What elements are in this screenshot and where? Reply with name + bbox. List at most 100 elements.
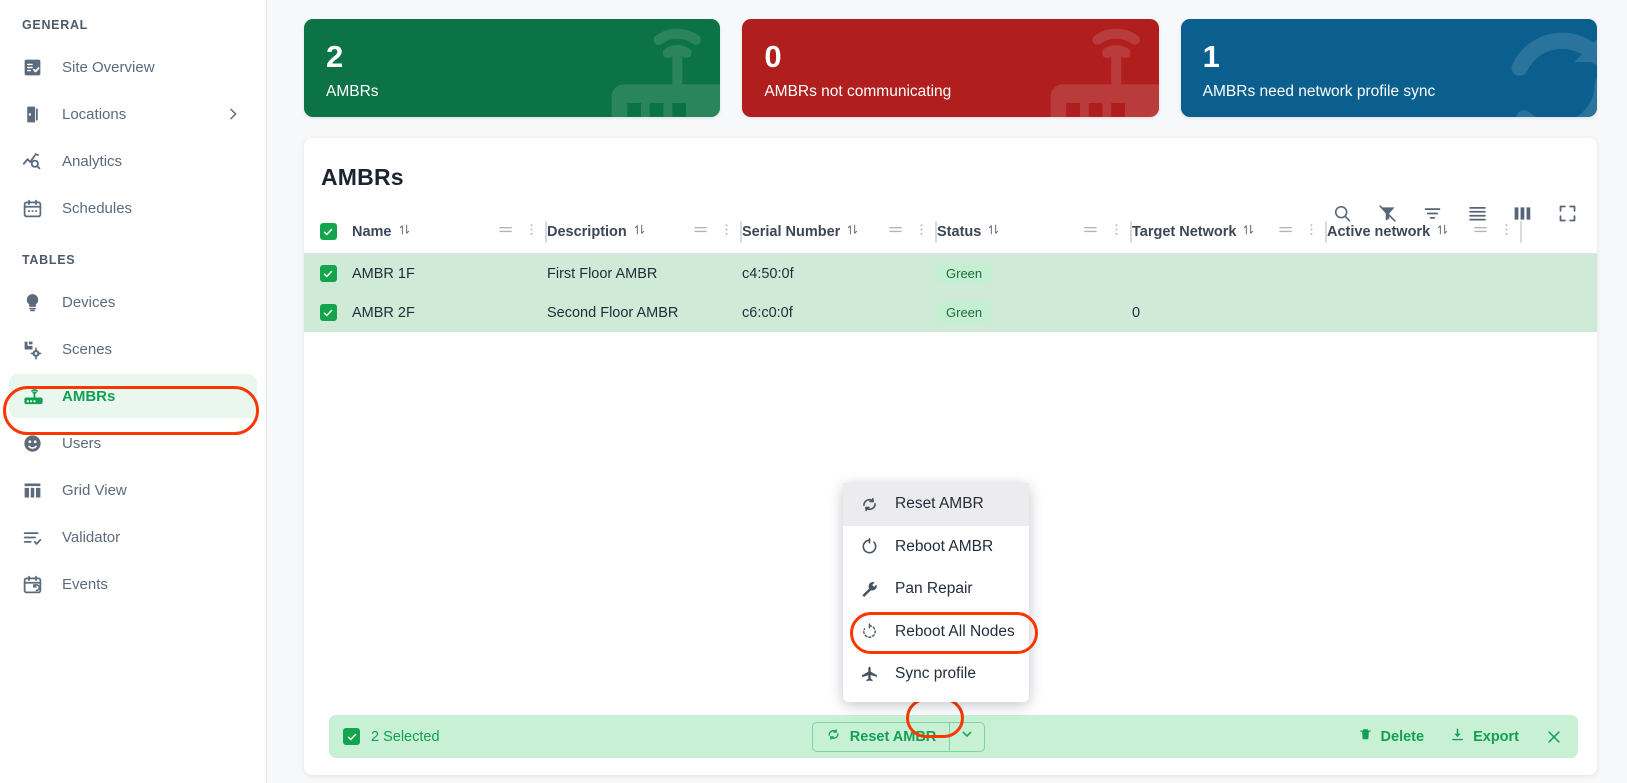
sidebar-item-label: Analytics [62,152,123,170]
reset-ambr-dropdown-toggle[interactable] [949,721,986,752]
events-icon [22,574,52,595]
card-ambrs-total[interactable]: 2 AMBRs [304,19,721,117]
sidebar-item-locations[interactable]: Locations [9,92,257,136]
sidebar: GENERAL Site Overview Locations Analytic… [0,0,267,783]
menu-item-label: Reboot All Nodes [895,622,1015,640]
selected-count-label: 2 Selected [371,728,440,745]
row-checkbox[interactable] [319,265,337,282]
cell-status: Green [937,293,1132,332]
site-overview-icon [22,57,52,78]
sidebar-item-scenes[interactable]: Scenes [9,327,257,371]
chevron-down-icon [960,727,974,746]
resize-handle-icon[interactable] [888,222,903,241]
sidebar-item-devices[interactable]: Devices [9,280,257,324]
menu-item-label: Sync profile [895,665,976,683]
sort-icon[interactable] [398,223,411,240]
close-selection-icon[interactable] [1545,728,1563,746]
select-all-cell [304,223,352,240]
column-header-description[interactable]: Description [547,210,742,254]
card-value: 0 [764,39,782,74]
resize-handle-icon[interactable] [1083,222,1098,241]
reset-icon [860,495,890,514]
card-ambrs-need-sync[interactable]: 1 AMBRs need network profile sync [1180,19,1597,117]
column-divider [1520,220,1522,243]
reset-ambr-split-button: Reset AMBR [811,721,986,752]
column-header-actions [498,222,539,241]
export-label: Export [1473,728,1519,745]
column-label: Status [937,223,982,240]
card-ambrs-not-communicating[interactable]: 0 AMBRs not communicating [742,19,1159,117]
sidebar-item-events[interactable]: Events [9,562,257,606]
bulb-icon [22,292,52,313]
delete-button[interactable]: Delete [1358,727,1425,746]
fullscreen-icon[interactable] [1556,202,1578,224]
column-header-status[interactable]: Status [937,210,1132,254]
menu-item-reset-ambr[interactable]: Reset AMBR [843,483,1029,526]
reset-ambr-button[interactable]: Reset AMBR [811,721,950,752]
reboot-all-icon [860,622,890,641]
column-menu-icon[interactable] [914,222,929,241]
app-root: GENERAL Site Overview Locations Analytic… [0,0,1627,783]
sort-icon[interactable] [633,223,646,240]
export-button[interactable]: Export [1450,727,1519,746]
menu-item-pan-repair[interactable]: Pan Repair [843,568,1029,611]
column-menu-icon[interactable] [524,222,539,241]
sidebar-item-site-overview[interactable]: Site Overview [9,45,257,89]
sidebar-item-label: Grid View [62,481,127,499]
resize-handle-icon[interactable] [498,222,513,241]
sidebar-item-ambrs[interactable]: AMBRs [9,374,257,418]
column-menu-icon[interactable] [1499,222,1514,241]
menu-item-reboot-all-nodes[interactable]: Reboot All Nodes [843,611,1029,654]
selection-action-bar: 2 Selected Reset AMBR Delete Export [329,715,1578,758]
summary-cards: 2 AMBRs 0 AMBRs not communicating 1 AMBR… [304,19,1597,117]
trash-icon [1358,727,1373,746]
sort-icon[interactable] [987,223,1000,240]
sidebar-item-analytics[interactable]: Analytics [9,139,257,183]
column-menu-icon[interactable] [1109,222,1124,241]
menu-item-reboot-ambr[interactable]: Reboot AMBR [843,526,1029,569]
column-menu-icon[interactable] [719,222,734,241]
sidebar-item-label: Schedules [62,199,133,217]
grid-view-icon [22,480,52,501]
analytics-icon [22,150,52,172]
row-checkbox[interactable] [319,304,337,321]
resize-handle-icon[interactable] [693,222,708,241]
column-header-serial-number[interactable]: Serial Number [742,210,937,254]
column-header-name[interactable]: Name [352,210,547,254]
column-menu-icon[interactable] [1304,222,1319,241]
sidebar-item-label: Scenes [62,340,113,358]
resize-handle-icon[interactable] [1278,222,1293,241]
sort-icon[interactable] [846,223,859,240]
status-badge: Green [937,263,992,284]
column-header-actions [888,222,929,241]
users-icon [22,433,52,454]
table-row[interactable]: AMBR 1F First Floor AMBR c4:50:0f Green [304,254,1597,293]
chevron-right-icon[interactable] [225,106,241,122]
delete-label: Delete [1380,728,1425,745]
sort-icon[interactable] [1436,223,1449,240]
sidebar-item-grid-view[interactable]: Grid View [9,468,257,512]
wrench-icon [860,580,890,599]
menu-item-label: Pan Repair [895,580,973,598]
menu-item-sync-profile[interactable]: Sync profile [843,653,1029,696]
sort-icon[interactable] [1242,223,1255,240]
cell-target-network [1132,254,1327,293]
sidebar-item-label: Validator [62,528,121,546]
router-icon [22,385,52,408]
card-value: 2 [326,39,344,74]
ambrs-table: Name Description Serial Number Status Ta… [304,210,1597,332]
column-header-target-network[interactable]: Target Network [1132,210,1327,254]
sidebar-item-users[interactable]: Users [9,421,257,465]
column-header-active-network[interactable]: Active network [1327,210,1522,254]
selection-checkbox[interactable] [343,728,360,745]
sidebar-item-label: Devices [62,293,116,311]
menu-item-label: Reboot AMBR [895,537,994,555]
reset-ambr-label: Reset AMBR [849,728,937,745]
resize-handle-icon[interactable] [1473,222,1488,241]
sidebar-item-schedules[interactable]: Schedules [9,186,257,230]
sidebar-item-label: Events [62,575,108,593]
sidebar-item-validator[interactable]: Validator [9,515,257,559]
select-all-checkbox[interactable] [319,223,337,240]
table-row[interactable]: AMBR 2F Second Floor AMBR c6:c0:0f Green… [304,293,1597,332]
selection-summary: 2 Selected [343,728,440,745]
